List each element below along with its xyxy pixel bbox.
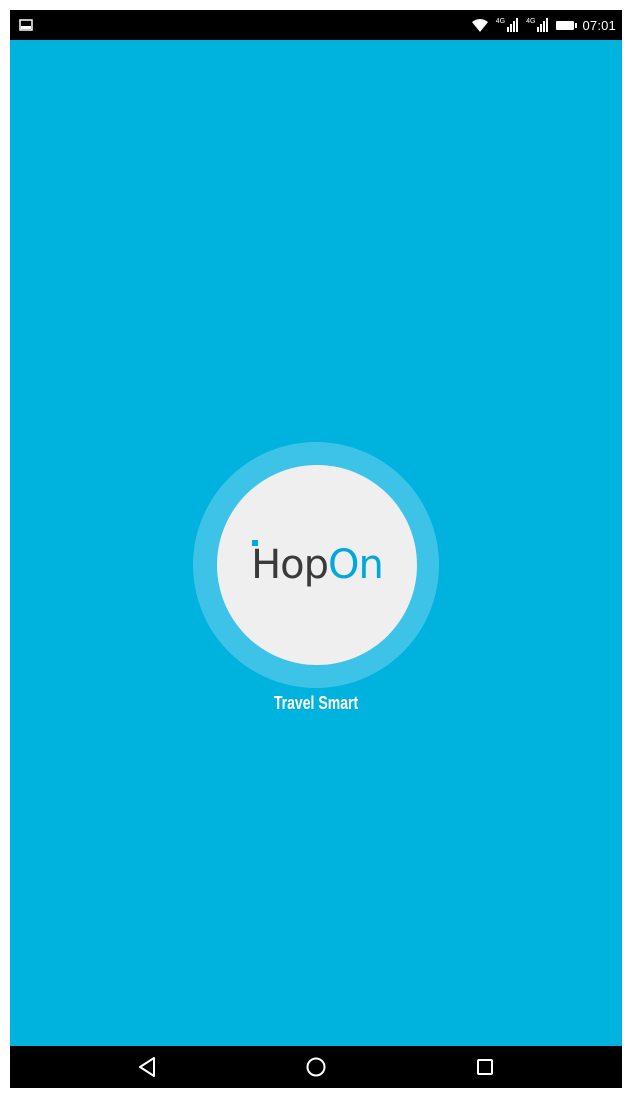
logo-letter-h: H — [251, 540, 281, 588]
status-bar: 4G 4G 07:01 — [10, 10, 622, 40]
phone-screen: 4G 4G 07:01 H op On Travel Smart — [10, 10, 622, 1088]
hopon-logo: H op On — [217, 465, 417, 665]
wifi-icon — [471, 18, 488, 32]
battery-icon — [556, 20, 578, 30]
back-triangle-icon — [139, 1057, 155, 1077]
image-notification-icon — [19, 19, 33, 31]
home-circle-icon — [306, 1057, 326, 1077]
back-button[interactable] — [117, 1052, 177, 1082]
tagline: Travel Smart — [273, 693, 359, 713]
cell-signal-icon: 4G — [496, 18, 519, 32]
logo-letters-op: op — [280, 542, 329, 588]
logo-letters-on: On — [328, 542, 384, 588]
home-button[interactable] — [286, 1052, 346, 1082]
navigation-bar — [10, 1046, 622, 1088]
cell-signal-icon: 4G — [526, 18, 549, 32]
recents-button[interactable] — [455, 1052, 515, 1082]
status-time: 07:01 — [582, 17, 616, 33]
splash-screen: H op On Travel Smart — [10, 40, 622, 1046]
recents-square-icon — [477, 1059, 493, 1075]
status-icons: 4G 4G 07:01 — [471, 10, 616, 40]
